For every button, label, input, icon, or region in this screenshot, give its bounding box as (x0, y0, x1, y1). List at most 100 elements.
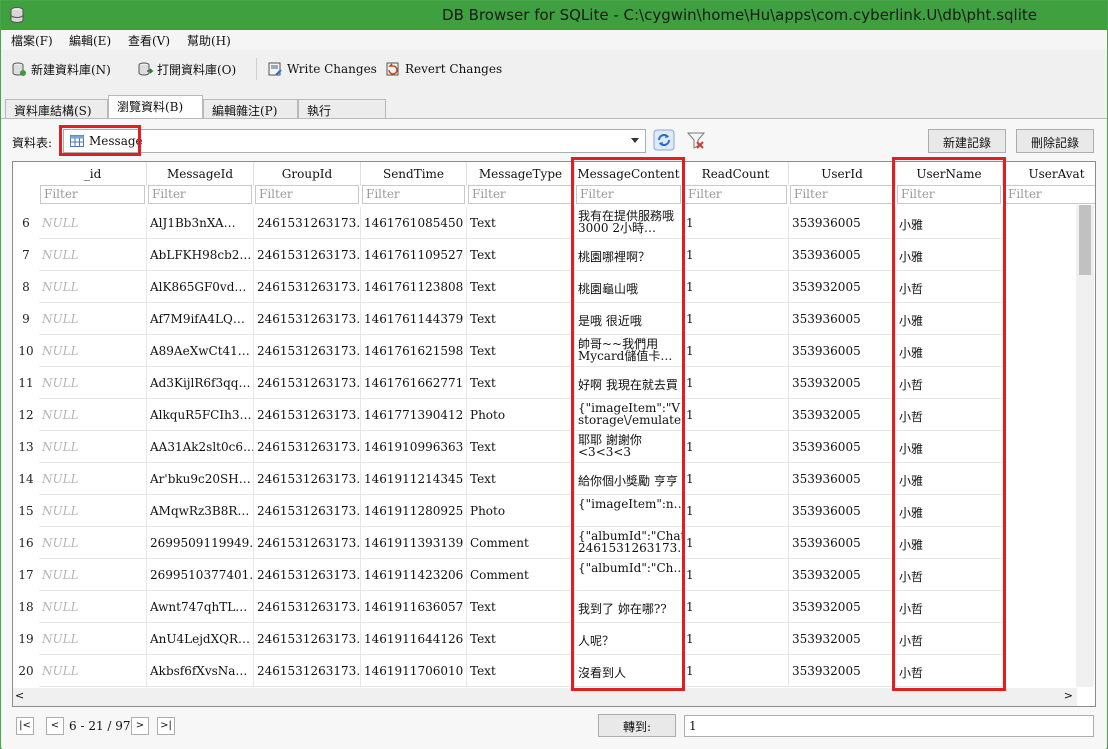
table-cell[interactable]: 2461531263173… (254, 431, 361, 463)
table-cell[interactable]: 2461531263173… (254, 239, 361, 271)
table-cell[interactable]: NULL (39, 271, 147, 303)
table-cell[interactable]: 353932005 (789, 623, 896, 655)
next-page-button[interactable]: > (131, 717, 149, 735)
table-cell[interactable]: NULL (39, 463, 147, 495)
table-cell[interactable]: NULL (39, 495, 147, 527)
table-cell[interactable]: Ad3KijlR6f3qq… (147, 367, 254, 399)
table-cell[interactable]: AbLFKH98cb2… (147, 239, 254, 271)
table-cell[interactable]: 353932005 (789, 559, 896, 591)
row-number[interactable]: 15 (13, 495, 39, 527)
column-header-messagecontent[interactable]: MessageContent (575, 162, 683, 186)
column-header-sendtime[interactable]: SendTime (361, 162, 467, 186)
filter-input[interactable]: Filter (255, 185, 359, 204)
refresh-icon[interactable] (653, 129, 675, 151)
table-cell[interactable]: 1 (683, 399, 789, 431)
column-header-messageid[interactable]: MessageId (147, 162, 254, 186)
tab-execute-sql[interactable]: 執行 SQL(X) (298, 99, 386, 133)
table-cell[interactable]: 小雅 (896, 207, 1003, 239)
table-cell[interactable]: 353936005 (789, 335, 896, 367)
table-cell[interactable]: 1461911644126 (361, 623, 467, 655)
goto-button[interactable]: 轉到: (598, 714, 676, 737)
table-cell[interactable]: Text (467, 335, 575, 367)
table-cell[interactable]: 1 (683, 367, 789, 399)
table-cell[interactable]: 小哲 (896, 623, 1003, 655)
new-record-button[interactable]: 新建記錄 (928, 129, 1006, 153)
column-header-groupid[interactable]: GroupId (254, 162, 361, 186)
table-cell[interactable]: NULL (39, 303, 147, 335)
scroll-left-icon[interactable]: < (15, 689, 24, 702)
table-cell[interactable]: 353936005 (789, 527, 896, 559)
table-cell[interactable]: Text (467, 463, 575, 495)
column-header-userid[interactable]: UserId (789, 162, 896, 186)
table-cell[interactable]: 2461531263173… (254, 271, 361, 303)
table-cell[interactable]: 桃園龜山哦 (575, 271, 683, 303)
filter-input[interactable]: Filter (790, 185, 894, 204)
previous-page-button[interactable]: < (46, 717, 64, 735)
table-cell[interactable]: 桃園哪裡啊？ (575, 239, 683, 271)
table-cell[interactable]: 2461531263173… (254, 399, 361, 431)
row-number[interactable]: 17 (13, 559, 39, 591)
row-number[interactable]: 12 (13, 399, 39, 431)
open-database-button[interactable]: 打開資料庫(O) (137, 58, 236, 80)
table-cell[interactable]: 小雅 (896, 239, 1003, 271)
row-number[interactable]: 19 (13, 623, 39, 655)
table-cell[interactable]: NULL (39, 431, 147, 463)
table-cell[interactable]: 小雅 (896, 431, 1003, 463)
table-cell[interactable]: 2461531263173… (254, 207, 361, 239)
table-cell[interactable]: Comment (467, 559, 575, 591)
table-cell[interactable]: 2461531263173… (254, 527, 361, 559)
table-cell[interactable]: Photo (467, 495, 575, 527)
table-cell[interactable]: 小哲 (896, 367, 1003, 399)
table-cell[interactable]: 是哦 很近哦 (575, 303, 683, 335)
table-cell[interactable]: 1 (683, 591, 789, 623)
table-cell[interactable]: A89AeXwCt41… (147, 335, 254, 367)
table-cell[interactable]: 353936005 (789, 463, 896, 495)
table-cell[interactable]: 1461761144379 (361, 303, 467, 335)
tab-browse-data[interactable]: 瀏覽資料(B) (108, 95, 203, 119)
table-cell[interactable]: {"albumId":"Chat: 2461531263173… (575, 527, 683, 559)
table-cell[interactable]: 耶耶 謝謝你 <3<3<3 (575, 431, 683, 463)
table-cell[interactable]: 1461911706010 (361, 655, 467, 687)
table-cell[interactable]: Text (467, 655, 575, 687)
table-cell[interactable]: 353932005 (789, 399, 896, 431)
table-cell[interactable]: 353936005 (789, 495, 896, 527)
menu-edit[interactable]: 編輯(E) (69, 32, 111, 49)
table-cell[interactable]: 2461531263173… (254, 495, 361, 527)
table-cell[interactable]: 我有在提供服務哦 3000 2小時… (575, 207, 683, 239)
table-cell[interactable]: Af7M9ifA4LQ… (147, 303, 254, 335)
table-cell[interactable]: 1 (683, 463, 789, 495)
table-cell[interactable]: 小哲 (896, 399, 1003, 431)
table-cell[interactable]: NULL (39, 399, 147, 431)
table-cell[interactable]: 1461911214345 (361, 463, 467, 495)
vertical-scroll-thumb[interactable] (1079, 205, 1091, 275)
table-cell[interactable]: Text (467, 591, 575, 623)
table-cell[interactable]: 1461761621598 (361, 335, 467, 367)
table-cell[interactable]: Text (467, 239, 575, 271)
table-cell[interactable]: AlK865GF0vd… (147, 271, 254, 303)
table-cell[interactable]: 353932005 (789, 591, 896, 623)
table-cell[interactable]: AA31Ak2slt0c6… (147, 431, 254, 463)
filter-input[interactable]: Filter (362, 185, 465, 204)
menu-file[interactable]: 檔案(F) (11, 32, 53, 49)
table-cell[interactable]: Text (467, 431, 575, 463)
table-cell[interactable]: 小哲 (896, 559, 1003, 591)
table-cell[interactable]: 2461531263173… (254, 335, 361, 367)
table-cell[interactable]: 1461911280925 (361, 495, 467, 527)
table-cell[interactable]: 353936005 (789, 303, 896, 335)
table-cell[interactable]: 1461771390412 (361, 399, 467, 431)
row-number[interactable]: 18 (13, 591, 39, 623)
table-cell[interactable]: 1 (683, 207, 789, 239)
table-cell[interactable]: 1461910996363 (361, 431, 467, 463)
table-cell[interactable]: 人呢？ (575, 623, 683, 655)
table-cell[interactable]: 2461531263173… (254, 591, 361, 623)
row-number[interactable]: 7 (13, 239, 39, 271)
table-cell[interactable]: 好啊 我現在就去買 (575, 367, 683, 399)
table-cell[interactable]: 1461911636057 (361, 591, 467, 623)
write-changes-button[interactable]: Write Changes (267, 58, 377, 80)
table-cell[interactable]: Text (467, 303, 575, 335)
table-cell[interactable]: Photo (467, 399, 575, 431)
table-cell[interactable]: Text (467, 271, 575, 303)
horizontal-scrollbar[interactable]: < > (13, 688, 1077, 706)
row-number[interactable]: 9 (13, 303, 39, 335)
table-select[interactable]: Message (63, 129, 646, 153)
